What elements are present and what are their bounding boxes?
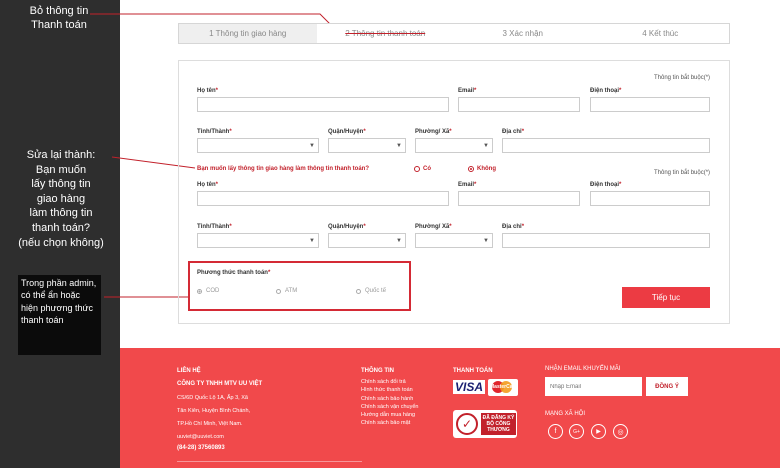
step-shipping-info[interactable]: 1 Thông tin giao hàng [179, 24, 317, 43]
address-line-1: CS/6D Quốc Lộ 1A, Ấp 3, Xã [177, 395, 248, 401]
ward-label: Phường/ Xã* [415, 129, 452, 135]
address-field-2[interactable] [502, 233, 710, 248]
checkout-steps: 1 Thông tin giao hàng 2 Thông tin thanh … [178, 23, 730, 44]
address-line-3: TP.Hồ Chí Minh, Việt Nam. [177, 421, 243, 427]
address-line-2: Tân Kiên, Huyện Bình Chánh, [177, 408, 251, 414]
district-select-2[interactable]: ▼ [328, 233, 406, 248]
payment-method-highlight [188, 261, 411, 311]
footer-divider [177, 461, 362, 462]
page: Bỏ thông tin Thanh toán Sửa lại thành: B… [0, 0, 780, 468]
chevron-down-icon: ▼ [396, 143, 402, 149]
chevron-down-icon: ▼ [396, 238, 402, 244]
radio-icon [356, 288, 361, 294]
email-label-2: Email* [458, 182, 477, 188]
contact-title: LIÊN HỆ [177, 368, 201, 374]
phone-label: Điện thoại* [590, 88, 622, 94]
email-field-2[interactable] [458, 191, 580, 206]
info-link[interactable]: Chính sách bảo mật [361, 419, 418, 427]
newsletter-title: NHẬN EMAIL KHUYẾN MÃI [545, 366, 621, 372]
email-label: Email* [458, 88, 477, 94]
payment-footer-title: THANH TOÁN [453, 368, 493, 374]
step-finish[interactable]: 4 Kết thúc [591, 24, 729, 43]
district-label: Quận/Huyện* [328, 129, 366, 135]
social-title: MẠNG XÃ HỘI [545, 411, 586, 417]
info-title: THÔNG TIN [361, 368, 394, 374]
payment-cod[interactable]: COD [197, 288, 219, 294]
facebook-icon[interactable]: f [548, 424, 563, 439]
info-link[interactable]: Hình thức thanh toán [361, 386, 418, 394]
phone-field[interactable] [590, 97, 710, 112]
radio-selected-icon [197, 288, 202, 294]
name-label: Họ tên* [197, 88, 219, 94]
district-select[interactable]: ▼ [328, 138, 406, 153]
name-field[interactable] [197, 97, 449, 112]
newsletter-email-input[interactable] [545, 377, 642, 396]
chevron-down-icon: ▼ [483, 238, 489, 244]
phone-label-2: Điện thoại* [590, 182, 622, 188]
annotation-remove-payment-info: Bỏ thông tin Thanh toán [29, 5, 89, 31]
option-no[interactable]: Không [468, 166, 496, 172]
address-label-2: Địa chỉ* [502, 224, 525, 230]
annotation-rewrite-question: Sửa lại thành: Bạn muốn lấy thông tin gi… [18, 149, 104, 249]
google-plus-icon[interactable]: G+ [569, 424, 584, 439]
continue-button[interactable]: Tiếp tục [622, 287, 710, 308]
province-select-2[interactable]: ▼ [197, 233, 319, 248]
annotation-admin-payment-toggle: Trong phần admin, có thể ẩn hoặc hiện ph… [18, 275, 101, 355]
newsletter-submit-button[interactable]: ĐỒNG Ý [646, 377, 688, 396]
footer-phone: (84-28) 37560893 [177, 445, 225, 451]
required-note-2: Thông tin bắt buộc(*) [654, 170, 711, 176]
province-label-2: Tỉnh/Thành* [197, 224, 232, 230]
option-yes[interactable]: Có [414, 166, 431, 172]
footer-email[interactable]: uuviet@uuviet.com [177, 431, 224, 444]
step-payment-info[interactable]: 2 Thông tin thanh toán [316, 24, 454, 43]
registered-badge[interactable]: ✓ ĐÃ ĐĂNG KÝ BỘ CÔNG THƯƠNG [453, 410, 517, 438]
address-label: Địa chỉ* [502, 129, 525, 135]
ward-select-2[interactable]: ▼ [415, 233, 493, 248]
same-address-question: Bạn muốn lấy thông tin giao hàng làm thô… [197, 166, 369, 172]
instagram-icon[interactable]: ◎ [613, 424, 628, 439]
chevron-down-icon: ▼ [483, 143, 489, 149]
radio-icon [276, 288, 281, 294]
info-link[interactable]: Hướng dẫn mua hàng [361, 411, 418, 419]
visa-logo: VISA [453, 380, 486, 394]
name-label-2: Họ tên* [197, 182, 219, 188]
payment-international[interactable]: Quốc tế [356, 288, 386, 294]
info-link[interactable]: Chính sách đổi trả [361, 378, 418, 386]
mastercard-logo: MasterCard [488, 379, 518, 396]
province-label: Tỉnh/Thành* [197, 129, 232, 135]
chevron-down-icon: ▼ [309, 143, 315, 149]
required-note: Thông tin bắt buộc(*) [654, 75, 711, 81]
payment-method-label: Phương thức thanh toán* [197, 270, 271, 276]
payment-atm[interactable]: ATM [276, 288, 297, 294]
address-field[interactable] [502, 138, 710, 153]
radio-icon [414, 166, 420, 172]
email-field[interactable] [458, 97, 580, 112]
chevron-down-icon: ▼ [309, 238, 315, 244]
info-link[interactable]: Chính sách vận chuyển [361, 403, 418, 411]
info-links: Chính sách đổi trả Hình thức thanh toán … [361, 378, 418, 428]
step-confirm[interactable]: 3 Xác nhận [454, 24, 592, 43]
check-icon: ✓ [456, 413, 478, 435]
info-link[interactable]: Chính sách bảo hành [361, 395, 418, 403]
ward-label-2: Phường/ Xã* [415, 224, 452, 230]
youtube-icon[interactable]: ▶ [591, 424, 606, 439]
company-name: CÔNG TY TNHH MTV UU VIỆT [177, 381, 263, 387]
province-select[interactable]: ▼ [197, 138, 319, 153]
radio-selected-icon [468, 166, 474, 172]
ward-select[interactable]: ▼ [415, 138, 493, 153]
name-field-2[interactable] [197, 191, 449, 206]
phone-field-2[interactable] [590, 191, 710, 206]
district-label-2: Quận/Huyện* [328, 224, 366, 230]
